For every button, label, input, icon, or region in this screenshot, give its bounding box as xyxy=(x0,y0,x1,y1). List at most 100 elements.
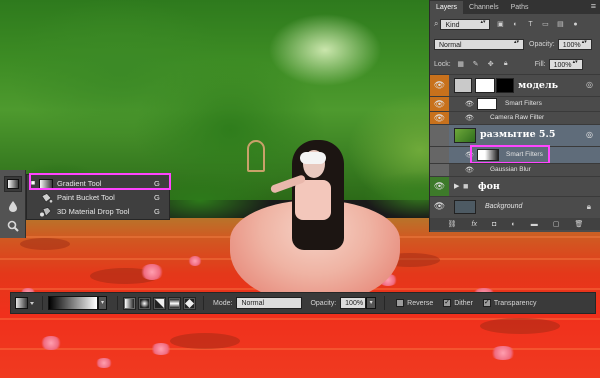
lotus-flower xyxy=(490,346,516,360)
filter-eye-icon[interactable]: 👁︎ xyxy=(465,166,474,174)
opacity-slider-chevron-icon[interactable]: ▾ xyxy=(366,297,377,309)
separator xyxy=(384,296,386,310)
new-layer-icon[interactable]: ▢ xyxy=(553,220,560,228)
layer-thumbnail xyxy=(454,78,472,93)
paint-bucket-tool-shortcut: G xyxy=(154,193,160,202)
visibility-eye-icon[interactable]: 👁︎ xyxy=(430,112,449,124)
visibility-eye-icon[interactable]: 👁︎ xyxy=(430,75,449,96)
visibility-eye-icon[interactable]: 👁︎ xyxy=(430,97,449,111)
separator xyxy=(203,296,204,310)
paint-bucket-tool-item[interactable]: Paint Bucket Tool G xyxy=(27,191,170,204)
birdcage xyxy=(247,140,265,172)
layer-thumbnail xyxy=(454,128,476,143)
search-icon: ⌕ xyxy=(434,19,439,28)
zoom-tool-icon[interactable] xyxy=(4,218,22,234)
gradient-tool-label: Gradient Tool xyxy=(57,179,102,188)
camera-raw-filter-row[interactable]: 👁︎ 👁︎ Camera Raw Filter xyxy=(430,111,600,124)
layer-mask-thumbnail xyxy=(475,78,495,93)
visibility-eye-icon[interactable] xyxy=(430,164,449,176)
smart-filters-label: Smart Filters xyxy=(505,100,542,107)
tab-layers[interactable]: Layers xyxy=(430,1,464,14)
gradient-icon xyxy=(39,178,53,189)
smart-object-filter-icon[interactable]: ▤ xyxy=(555,20,565,29)
filter-kind-select[interactable]: Kind xyxy=(440,18,491,30)
layer-name: размытие 5.5 xyxy=(480,129,556,140)
background-layer-name: Background xyxy=(485,203,523,210)
opacity-input[interactable]: 100% xyxy=(557,38,592,50)
diamond-gradient-button[interactable] xyxy=(183,296,196,310)
lock-position-icon[interactable]: ✥ xyxy=(486,60,496,69)
paint-bucket-tool-label: Paint Bucket Tool xyxy=(57,193,115,202)
fx-icon[interactable]: fx xyxy=(472,221,477,228)
gaussian-blur-row[interactable]: 👁︎ Gaussian Blur xyxy=(430,163,600,176)
angle-gradient-button[interactable] xyxy=(153,296,166,310)
layer-background[interactable]: 👁︎ Background 🔒︎ xyxy=(430,196,600,216)
lotus-flower xyxy=(40,336,62,350)
gradient-tool-item[interactable]: ■ Gradient Tool G xyxy=(27,177,170,190)
fill-input[interactable]: 100% xyxy=(548,58,583,70)
add-mask-icon[interactable]: ◘ xyxy=(492,221,496,228)
opacity-label: Opacity: xyxy=(310,299,337,307)
layer-model[interactable]: 👁︎ модель ◎ xyxy=(430,74,600,96)
adjustment-filter-icon[interactable]: ◐ xyxy=(510,20,520,29)
gradient-tool-icon[interactable] xyxy=(4,176,22,192)
link-layers-icon[interactable]: ⛓︎ xyxy=(448,220,457,228)
gradient-mask-thumbnail xyxy=(477,149,499,161)
radial-gradient-button[interactable] xyxy=(138,296,151,310)
smart-filters-row-selected[interactable]: 👁︎ Smart Filters xyxy=(430,146,600,163)
layer-blur[interactable]: размытие 5.5 ◎ xyxy=(430,124,600,146)
gradient-picker-chevron-icon[interactable]: ▾ xyxy=(98,296,107,310)
opacity-input[interactable]: 100% xyxy=(340,297,367,309)
group-bg[interactable]: 👁︎ ▶ ■ фон xyxy=(430,176,600,196)
lotus-flower xyxy=(140,264,164,280)
reverse-checkbox[interactable] xyxy=(396,299,405,307)
tab-paths[interactable]: Paths xyxy=(505,1,535,14)
lock-row: Lock: ▦ ✎ ✥ 🔒︎ Fill: 100% xyxy=(430,58,600,70)
3d-material-drop-icon xyxy=(40,206,52,217)
adjustment-layer-icon[interactable]: ◐ xyxy=(511,221,515,228)
separator xyxy=(117,296,118,310)
visibility-eye-icon[interactable] xyxy=(430,147,449,163)
new-group-icon[interactable]: ▬ xyxy=(531,221,538,228)
gradient-editor-swatch[interactable] xyxy=(48,296,98,310)
gaussian-blur-label: Gaussian Blur xyxy=(490,166,531,173)
linear-gradient-button[interactable] xyxy=(123,296,136,310)
smart-filters-row[interactable]: 👁︎ 👁︎ Smart Filters xyxy=(430,96,600,111)
blur-tool-icon[interactable] xyxy=(4,198,22,214)
camera-raw-filter-label: Camera Raw Filter xyxy=(490,114,545,121)
3d-material-drop-tool-item[interactable]: 3D Material Drop Tool G xyxy=(27,205,170,218)
lotus-flower xyxy=(95,358,113,368)
dither-checkbox[interactable]: ✓ xyxy=(443,299,452,307)
layer-filter-row: ⌕ Kind ▣ ◐ T ▭ ▤ ● xyxy=(430,18,600,30)
transparency-label: Transparency xyxy=(493,299,537,307)
panel-menu-icon[interactable]: ≡ xyxy=(591,1,596,11)
visibility-eye-icon[interactable]: 👁︎ xyxy=(430,177,449,196)
smart-filter-eye-icon[interactable]: 👁︎ xyxy=(465,100,474,108)
visibility-eye-icon[interactable]: 👁︎ xyxy=(430,197,449,216)
lock-icon: 🔒︎ xyxy=(586,202,591,211)
folder-icon: ■ xyxy=(463,181,469,191)
blend-mode-select[interactable]: Normal xyxy=(434,38,524,50)
smart-filter-mask-thumbnail xyxy=(477,98,497,110)
trash-icon[interactable]: 🗑︎ xyxy=(575,220,584,228)
type-filter-icon[interactable]: T xyxy=(525,20,535,29)
lock-all-icon[interactable]: 🔒︎ xyxy=(501,60,511,69)
group-expand-icon[interactable]: ▶ xyxy=(454,182,459,190)
gradient-tool-shortcut: G xyxy=(154,179,160,188)
pixel-filter-icon[interactable]: ▣ xyxy=(495,20,505,29)
lock-image-icon[interactable]: ✎ xyxy=(471,60,481,69)
smart-filter-eye-icon[interactable]: 👁︎ xyxy=(465,151,474,159)
smart-object-badge-icon: ◎ xyxy=(586,80,593,89)
reflected-gradient-button[interactable] xyxy=(168,296,181,310)
mode-label: Mode: xyxy=(213,299,233,307)
tool-preset-picker[interactable] xyxy=(15,297,37,309)
shape-filter-icon[interactable]: ▭ xyxy=(540,20,550,29)
filter-eye-icon[interactable]: 👁︎ xyxy=(465,114,474,122)
visibility-eye-icon[interactable] xyxy=(430,125,449,146)
lock-transparent-icon[interactable]: ▦ xyxy=(456,60,466,69)
transparency-checkbox[interactable]: ✓ xyxy=(482,299,491,307)
layer-mask-thumbnail-black xyxy=(496,78,514,93)
mode-select[interactable]: Normal xyxy=(236,297,303,309)
filter-toggle-icon[interactable]: ● xyxy=(570,20,580,29)
tab-channels[interactable]: Channels xyxy=(463,1,505,14)
